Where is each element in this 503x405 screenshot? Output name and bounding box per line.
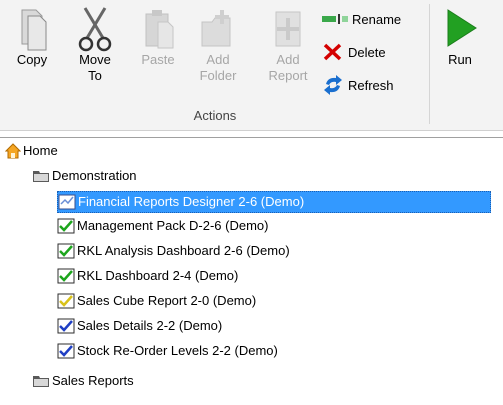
refresh-label: Refresh <box>348 77 394 93</box>
ribbon-group-separator <box>429 4 430 124</box>
add-folder-label-2: Folder <box>199 68 237 83</box>
tree-label: RKL Dashboard 2-4 (Demo) <box>77 268 239 283</box>
move-label-2: To <box>88 68 102 83</box>
yellow-check-report-icon <box>57 293 75 309</box>
tree-node-report[interactable]: RKL Analysis Dashboard 2-6 (Demo) <box>57 241 292 261</box>
tree-node-report[interactable]: RKL Dashboard 2-4 (Demo) <box>57 266 240 286</box>
move-to-button[interactable]: Move To <box>75 4 115 84</box>
delete-label: Delete <box>348 44 386 60</box>
report-designer-icon <box>58 194 76 210</box>
folder-icon <box>33 376 49 387</box>
tree-node-report[interactable]: Sales Cube Report 2-0 (Demo) <box>57 291 258 311</box>
refresh-button[interactable]: Refresh <box>322 74 394 96</box>
tree-label: Sales Cube Report 2-0 (Demo) <box>77 293 257 308</box>
move-label-1: Move <box>79 52 111 67</box>
green-check-report-icon <box>57 243 75 259</box>
add-report-label-1: Add <box>276 52 300 67</box>
tree-label: Sales Reports <box>52 373 134 388</box>
refresh-icon <box>324 75 342 95</box>
paste-icon <box>145 10 174 49</box>
rename-icon <box>322 14 348 24</box>
tree-label: Financial Reports Designer 2-6 (Demo) <box>76 193 307 211</box>
add-report-button[interactable]: Add Report <box>263 4 313 84</box>
paste-label: Paste <box>141 52 175 67</box>
actions-group-label: Actions <box>193 108 237 123</box>
report-tree: Home Demonstration Financial Reports Des… <box>0 137 503 405</box>
tree-node-report[interactable]: Stock Re-Order Levels 2-2 (Demo) <box>57 341 280 361</box>
tree-node-report[interactable]: Sales Details 2-2 (Demo) <box>57 316 224 336</box>
add-report-label-2: Report <box>268 68 308 83</box>
run-button[interactable]: Run <box>440 4 480 68</box>
tree-node-report[interactable]: Financial Reports Designer 2-6 (Demo) <box>57 191 491 213</box>
ribbon: Copy Move To Paste Add Folder Add Report… <box>0 0 503 131</box>
copy-icon <box>21 9 47 51</box>
green-check-report-icon <box>57 218 75 234</box>
home-icon <box>5 143 21 159</box>
paste-button[interactable]: Paste <box>138 4 178 68</box>
add-folder-button[interactable]: Add Folder <box>194 4 242 84</box>
tree-node-home[interactable]: Home <box>5 141 60 161</box>
folder-icon <box>33 171 49 182</box>
tree-node-report[interactable]: Management Pack D-2-6 (Demo) <box>57 216 270 236</box>
scissors-icon <box>78 7 112 52</box>
copy-button[interactable]: Copy <box>12 4 52 68</box>
tree-label: Home <box>23 143 58 158</box>
tree-label: Sales Details 2-2 (Demo) <box>77 318 223 333</box>
blue-check-report-icon <box>57 343 75 359</box>
blue-check-report-icon <box>57 318 75 334</box>
copy-label: Copy <box>16 52 48 67</box>
add-folder-label-1: Add <box>206 52 230 67</box>
add-report-icon <box>275 11 301 47</box>
tree-node-demonstration[interactable]: Demonstration <box>32 166 139 186</box>
tree-label: Management Pack D-2-6 (Demo) <box>77 218 269 233</box>
delete-x-icon <box>323 43 342 61</box>
tree-node-sales-reports[interactable]: Sales Reports <box>32 371 136 391</box>
rename-button[interactable]: Rename <box>322 8 401 30</box>
tree-label: RKL Analysis Dashboard 2-6 (Demo) <box>77 243 290 258</box>
rename-label: Rename <box>352 11 402 27</box>
add-folder-icon <box>201 10 231 47</box>
green-check-report-icon <box>57 268 75 284</box>
tree-label: Demonstration <box>52 168 137 183</box>
delete-button[interactable]: Delete <box>322 41 386 63</box>
play-icon <box>447 9 477 47</box>
run-label: Run <box>448 52 472 67</box>
tree-label: Stock Re-Order Levels 2-2 (Demo) <box>77 343 278 358</box>
